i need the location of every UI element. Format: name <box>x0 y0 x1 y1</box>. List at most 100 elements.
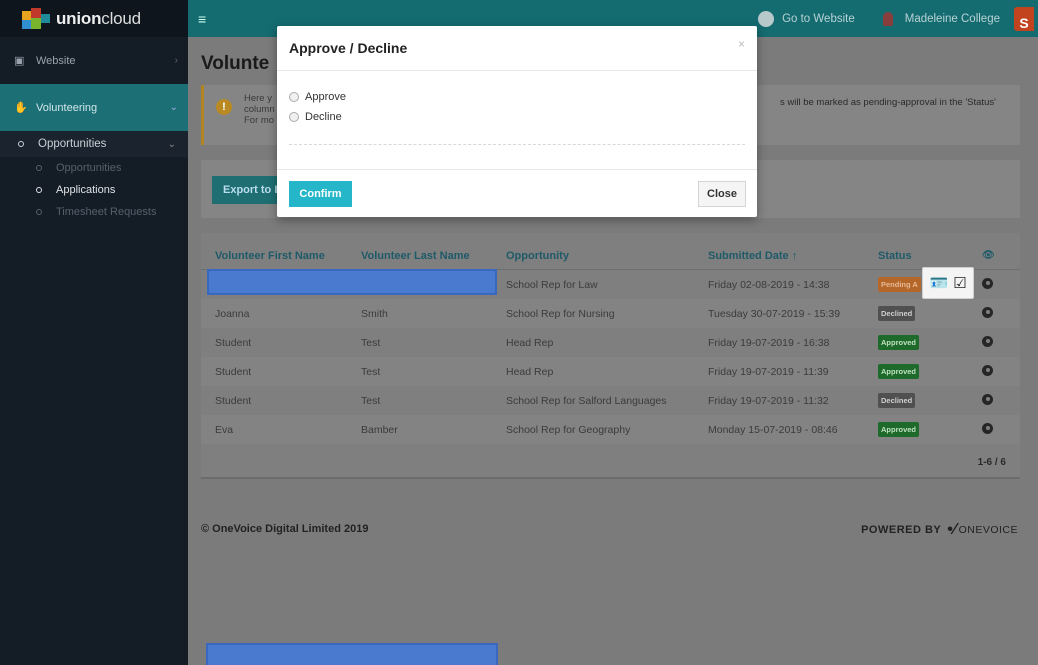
cell-first-name: Eva <box>215 423 234 436</box>
table-row[interactable]: Student Test School Rep for Salford Lang… <box>201 386 1020 415</box>
id-card-icon[interactable]: 🪪 <box>929 274 948 292</box>
avatar[interactable]: S <box>1014 6 1034 31</box>
page-title: Volunte <box>201 53 270 74</box>
hamburger-menu-icon[interactable]: ≡ <box>198 11 206 27</box>
status-badge: Declined <box>878 393 916 408</box>
table-row[interactable]: Eva Bamber School Rep for Geography Mond… <box>201 415 1020 444</box>
sidebar-item-label: Timesheet Requests <box>56 206 157 218</box>
pagination-info: 1-6 / 6 <box>977 457 1006 468</box>
divider <box>289 144 745 145</box>
chevron-right-icon: › <box>174 55 178 66</box>
column-header-first-name[interactable]: Volunteer First Name <box>215 250 325 262</box>
status-badge: Approved <box>878 364 920 379</box>
sidebar-item-label: Website <box>36 54 76 67</box>
gear-icon[interactable] <box>982 277 993 289</box>
sidebar-item-website[interactable]: ▣ Website › <box>0 37 188 84</box>
onevoice-brand-text: ONEVOICE <box>958 524 1018 536</box>
table-row[interactable]: Joanna Smith School Rep for Nursing Tues… <box>201 299 1020 328</box>
hand-icon: ✋ <box>14 102 28 114</box>
status-badge: Approved <box>878 335 920 350</box>
website-icon: ▣ <box>14 55 25 67</box>
column-header-status[interactable]: Status <box>878 250 912 262</box>
go-to-website-link[interactable]: Go to Website <box>782 13 855 25</box>
sidebar-item-label: Applications <box>56 184 116 196</box>
top-bar-right: Go to Website Madeleine College S <box>758 0 1038 37</box>
globe-icon <box>758 10 775 27</box>
column-header-opportunity[interactable]: Opportunity <box>506 250 569 262</box>
powered-by-text: POWERED BY <box>861 524 942 536</box>
modal-body: Approve Decline <box>277 71 757 169</box>
cell-last-name: Test <box>361 394 381 407</box>
gear-icon[interactable] <box>982 422 993 434</box>
modal-footer: Confirm Close <box>277 169 757 217</box>
cell-opportunity: Head Rep <box>506 336 554 349</box>
circle-icon <box>36 187 42 193</box>
table-row[interactable]: Student Test Head Rep Friday 19-07-2019 … <box>201 357 1020 386</box>
approve-option[interactable]: Approve <box>289 91 346 103</box>
sidebar-item-volunteering[interactable]: ✋ Volunteering ⌄ <box>0 84 188 131</box>
sidebar-item-opportunities[interactable]: Opportunities <box>0 157 188 179</box>
sidebar-subnav: Opportunities ⌄ Opportunities Applicatio… <box>0 131 188 223</box>
onevoice-logo-icon: •⁄ <box>947 521 957 538</box>
sidebar-item-label: Volunteering <box>36 101 98 114</box>
logo-text: unioncloud <box>56 8 141 28</box>
redacted-highlight-box <box>206 643 498 665</box>
gear-icon[interactable] <box>982 306 993 318</box>
modal-title: Approve / Decline <box>289 40 408 56</box>
cell-first-name: Student <box>215 394 252 407</box>
cell-opportunity: School Rep for Nursing <box>506 307 615 320</box>
sidebar-item-opportunities-group[interactable]: Opportunities ⌄ <box>0 131 188 157</box>
decline-option[interactable]: Decline <box>289 111 342 123</box>
close-button[interactable]: Close <box>698 181 746 207</box>
app-logo[interactable]: unioncloud <box>0 0 188 37</box>
cell-last-name: Test <box>361 365 381 378</box>
unioncloud-logo-icon <box>20 7 52 30</box>
approve-radio[interactable] <box>289 92 299 102</box>
table-row[interactable]: Student Test Head Rep Friday 19-07-2019 … <box>201 328 1020 357</box>
approve-decline-modal: Approve / Decline × Approve Decline Conf… <box>277 26 757 217</box>
cell-last-name: Bamber <box>361 423 398 436</box>
status-badge: Approved <box>878 422 920 437</box>
cell-last-name: Test <box>361 336 381 349</box>
cell-submitted-date: Friday 19-07-2019 - 11:39 <box>708 365 829 378</box>
approve-label: Approve <box>305 91 346 103</box>
cell-first-name: Joanna <box>215 307 250 320</box>
circle-icon <box>18 141 24 147</box>
cell-submitted-date: Friday 02-08-2019 - 14:38 <box>708 278 830 291</box>
eye-icon[interactable]: 👁 <box>982 250 995 261</box>
cell-submitted-date: Friday 19-07-2019 - 11:32 <box>708 394 829 407</box>
cell-first-name: Student <box>215 336 252 349</box>
redacted-name-highlight <box>207 269 497 295</box>
footer-powered-by: POWERED BY •⁄ ONEVOICE <box>861 521 1018 539</box>
row-actions-popover: 🪪 ☑ <box>922 267 974 299</box>
status-badge: Declined <box>878 306 916 321</box>
column-header-last-name[interactable]: Volunteer Last Name <box>361 250 470 262</box>
info-icon: ! <box>216 99 232 115</box>
user-icon <box>882 11 893 26</box>
cell-opportunity: School Rep for Law <box>506 278 598 291</box>
sidebar-item-label: Opportunities <box>38 138 107 150</box>
sidebar-item-timesheet-requests[interactable]: Timesheet Requests <box>0 201 188 223</box>
status-badge: Pending A <box>878 277 921 292</box>
checkbox-check-icon[interactable]: ☑ <box>953 274 966 292</box>
gear-icon[interactable] <box>982 393 993 405</box>
gear-icon[interactable] <box>982 364 993 376</box>
sidebar: unioncloud ▣ Website › ✋ Volunteering ⌄ … <box>0 0 188 665</box>
gear-icon[interactable] <box>982 335 993 347</box>
user-name[interactable]: Madeleine College <box>905 13 1000 25</box>
confirm-button[interactable]: Confirm <box>289 181 352 207</box>
sidebar-item-applications[interactable]: Applications <box>0 179 188 201</box>
decline-radio[interactable] <box>289 112 299 122</box>
cell-opportunity: Head Rep <box>506 365 554 378</box>
modal-header: Approve / Decline × <box>277 26 757 71</box>
cell-submitted-date: Monday 15-07-2019 - 08:46 <box>708 423 838 436</box>
export-button[interactable]: Export to I <box>212 176 282 204</box>
column-header-submitted-date[interactable]: Submitted Date ↑ <box>708 250 797 262</box>
close-icon[interactable]: × <box>738 37 745 51</box>
applications-table: Volunteer First Name Volunteer Last Name… <box>201 233 1020 479</box>
chevron-down-icon: ⌄ <box>169 102 178 113</box>
cell-submitted-date: Tuesday 30-07-2019 - 15:39 <box>708 307 841 320</box>
decline-label: Decline <box>305 111 342 123</box>
cell-last-name: Smith <box>361 307 388 320</box>
circle-icon <box>36 209 42 215</box>
